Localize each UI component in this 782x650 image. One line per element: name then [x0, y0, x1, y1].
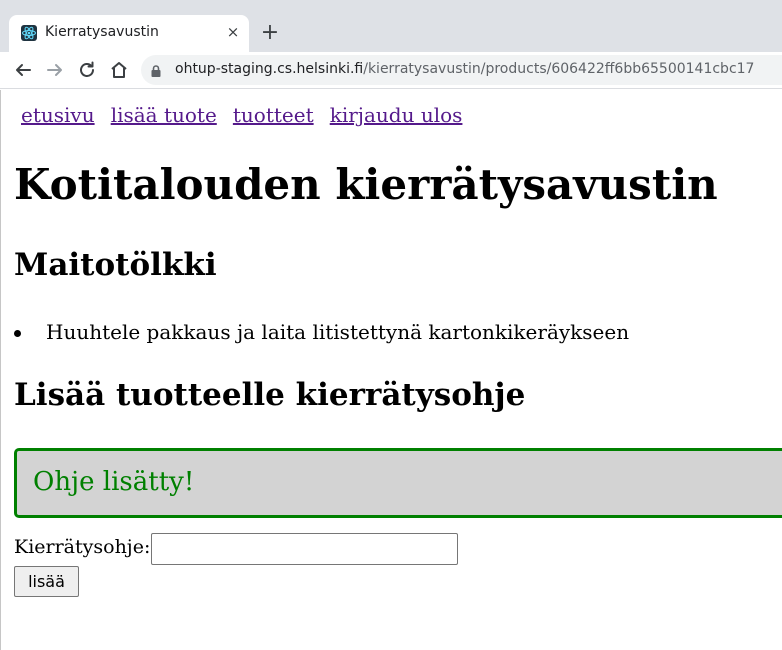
notification-text: Ohje lisätty!: [33, 467, 195, 497]
url-path: /kierratysavustin/products/606422ff6bb65…: [363, 61, 755, 77]
instruction-text: Huuhtele pakkaus ja laita litistettynä k…: [46, 320, 630, 344]
nav-link-logout[interactable]: kirjaudu ulos: [330, 103, 463, 127]
page-title: Kotitalouden kierrätysavustin: [14, 160, 718, 209]
url-host: ohtup-staging.cs.helsinki.fi: [175, 61, 364, 77]
add-instruction-heading: Lisää tuotteelle kierrätysohje: [14, 377, 526, 413]
close-icon[interactable]: ×: [225, 24, 241, 40]
browser-tab[interactable]: Kierratysavustin ×: [9, 15, 249, 52]
back-arrow-icon[interactable]: [11, 58, 35, 82]
success-notification: Ohje lisätty!: [14, 448, 782, 518]
forward-arrow-icon[interactable]: [43, 58, 67, 82]
lock-icon: [149, 63, 163, 77]
nav-link-products[interactable]: tuotteet: [233, 103, 314, 127]
instruction-label: Kierrätysohje:: [14, 536, 151, 558]
new-tab-button[interactable]: +: [258, 22, 282, 46]
page-content: etusivu lisää tuote tuotteet kirjaudu ul…: [0, 90, 782, 650]
browser-tabstrip: Kierratysavustin × +: [0, 0, 782, 52]
address-bar[interactable]: ohtup-staging.cs.helsinki.fi/kierratysav…: [141, 55, 782, 85]
reload-icon[interactable]: [75, 58, 99, 82]
list-item: Huuhtele pakkaus ja laita litistettynä k…: [14, 320, 629, 344]
product-name: Maitotölkki: [14, 247, 217, 283]
nav-link-add-product[interactable]: lisää tuote: [111, 103, 217, 127]
nav-link-home[interactable]: etusivu: [21, 103, 95, 127]
browser-toolbar: ohtup-staging.cs.helsinki.fi/kierratysav…: [0, 52, 782, 89]
url-text: ohtup-staging.cs.helsinki.fi/kierratysav…: [175, 61, 754, 77]
main-nav: etusivu lisää tuote tuotteet kirjaudu ul…: [21, 103, 473, 127]
add-instruction-button[interactable]: lisää: [14, 566, 79, 597]
instruction-list: Huuhtele pakkaus ja laita litistettynä k…: [14, 320, 629, 344]
tab-title: Kierratysavustin: [45, 24, 159, 40]
instruction-input[interactable]: [151, 533, 458, 565]
home-icon[interactable]: [107, 58, 131, 82]
react-icon: [21, 25, 37, 41]
bullet: [14, 330, 21, 337]
